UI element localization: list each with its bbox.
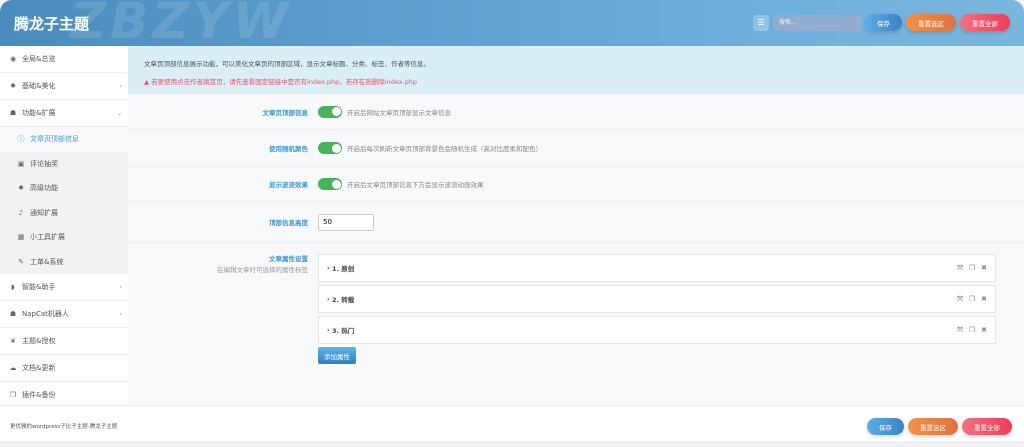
random-color-toggle[interactable] <box>318 142 342 154</box>
setting-random-color: 使用随机颜色 开启后每次刷新文章页顶部背景色会随机生成（高对比度柔和配色） <box>128 130 1024 167</box>
key-icon: ❦ <box>10 337 16 345</box>
footer-save-button[interactable]: 保存 <box>867 418 904 435</box>
tools-icon: ✎ <box>18 257 24 266</box>
shield-icon: ◗ <box>11 283 15 291</box>
expand-icon[interactable]: ⤧ <box>957 264 963 273</box>
notice-box: 文章页顶部信息展示功能，可以美化文章页的顶部区域，显示文章标题、分类、标签、作者… <box>128 46 1024 94</box>
sidebar-item-label: 文档&更新 <box>22 364 56 372</box>
setting-label: 文章属性设置 <box>269 255 308 263</box>
chevron-icon: › <box>119 82 122 90</box>
sidebar-item-label: 文章页顶部信息 <box>30 135 79 144</box>
footer-reset-section-button[interactable]: 重置选区 <box>908 418 958 435</box>
globe-icon: ◉ <box>9 55 17 63</box>
app-title: 腾龙子主题 <box>14 15 90 33</box>
sidebar-item[interactable]: ▦ 小工具扩展 <box>0 225 128 250</box>
sidebar-item-label: 全局&总览 <box>22 55 56 63</box>
setting-label: 顶部信息高度 <box>269 219 308 227</box>
menu-toggle-icon[interactable]: ☰ <box>753 14 769 31</box>
sidebar-item-label: 插件&备份 <box>22 391 56 399</box>
notice-info: 文章页顶部信息展示功能，可以美化文章页的顶部区域，显示文章标题、分类、标签、作者… <box>144 60 430 68</box>
duplicate-icon[interactable]: ❐ <box>969 295 975 304</box>
reset-section-button[interactable]: 重置选区 <box>906 14 956 31</box>
sidebar-item-label: NapCat机器人 <box>22 310 69 318</box>
remove-icon[interactable]: ✖ <box>981 264 987 273</box>
height-input[interactable] <box>318 213 374 231</box>
attr-group[interactable]: › 2. 转载 ⤧ ❐ ✖ <box>318 285 996 313</box>
expand-icon[interactable]: ⤧ <box>957 326 963 335</box>
watermark: ZBZYW <box>70 0 292 50</box>
setting-height: 顶部信息高度 <box>128 202 1024 243</box>
remove-icon[interactable]: ✖ <box>981 326 987 335</box>
grid-icon: ▦ <box>17 233 25 242</box>
footer: 更优雅的wordpress子比子主题-腾龙子主题 保存 重置选区 重置全部 <box>0 405 1024 441</box>
gear-icon: ✹ <box>10 82 16 90</box>
attr-title: 3. 热门 <box>331 327 355 335</box>
bot-icon: ☗ <box>9 310 17 318</box>
sidebar-item[interactable]: ☗ NapCat机器人 › <box>0 301 128 328</box>
attr-group[interactable]: › 1. 原创 ⤧ ❐ ✖ <box>318 254 996 282</box>
cloud-icon: ☁ <box>9 364 17 372</box>
wave-toggle[interactable] <box>318 178 342 190</box>
sidebar-item[interactable]: ♪ 通知扩展 <box>0 200 128 225</box>
gear-icon: ✹ <box>18 184 24 193</box>
setting-desc: 开启后文章页顶部信息下方会显示波浪动画效果 <box>347 181 484 189</box>
main-content: 文章页顶部信息展示功能，可以美化文章页的顶部区域，显示文章标题、分类、标签、作者… <box>128 46 1024 405</box>
sidebar-item-label: 小工具扩展 <box>30 233 65 242</box>
app-window: ZBZYW 腾龙子主题 ☰ 保存 重置选区 重置全部 ◉ 全局&总览 ✹ 基础&美化 ›… <box>0 0 1024 441</box>
bell-icon: ♪ <box>18 208 24 217</box>
sidebar-item-label: 通知扩展 <box>30 208 58 217</box>
copy-icon: ❐ <box>9 391 17 399</box>
show-top-toggle[interactable] <box>318 105 342 118</box>
add-attr-button[interactable]: 添加属性 <box>318 347 356 364</box>
chevron-icon: › <box>119 310 122 318</box>
sidebar-item[interactable]: ⓘ 文章页顶部信息 <box>0 127 128 152</box>
chevron-icon: ⌄ <box>116 109 122 117</box>
setting-show-top: 文章页顶部信息 开启后网站文章页顶部显示文章信息 <box>128 94 1024 130</box>
setting-label: 显示波浪效果 <box>269 181 308 189</box>
sidebar-item[interactable]: ✹ 高级功能 <box>0 176 128 201</box>
chevron-icon: › <box>119 283 122 291</box>
sidebar-item[interactable]: ❦ 主题&授权 <box>0 328 128 355</box>
sidebar-item[interactable]: ▣ 评论抽奖 <box>0 151 128 176</box>
expand-icon[interactable]: ⤧ <box>957 295 963 304</box>
warning-text: 若要使用点击作者跳首页，请先查看固定链接中是否有index.php，若存在则删除… <box>151 78 418 86</box>
attr-title: 2. 转载 <box>331 296 355 304</box>
sidebar-item-label: 基础&美化 <box>22 82 56 90</box>
setting-wave: 显示波浪效果 开启后文章页顶部信息下方会显示波浪动画效果 <box>128 167 1024 202</box>
remove-icon[interactable]: ✖ <box>981 295 987 304</box>
setting-label: 使用随机颜色 <box>269 145 308 153</box>
duplicate-icon[interactable]: ❐ <box>969 326 975 335</box>
footer-text: 更优雅的wordpress子比子主题-腾龙子主题 <box>10 424 118 430</box>
setting-label: 文章页顶部信息 <box>262 108 309 117</box>
attr-group[interactable]: › 3. 热门 ⤧ ❐ ✖ <box>318 316 996 344</box>
sidebar-item[interactable]: ✹ 基础&美化 › <box>0 73 128 100</box>
header: ZBZYW 腾龙子主题 ☰ 保存 重置选区 重置全部 <box>0 0 1024 50</box>
sidebar-item-label: 功能&扩展 <box>22 109 56 117</box>
setting-desc: 开启后每次刷新文章页顶部背景色会随机生成（高对比度柔和配色） <box>347 145 542 153</box>
sidebar-item-label: 主题&授权 <box>22 337 56 345</box>
setting-sublabel: 在编辑文章时可选择的属性标签 <box>217 266 308 274</box>
sidebar-item-label: 高级功能 <box>30 184 58 193</box>
footer-reset-all-button[interactable]: 重置全部 <box>962 418 1012 435</box>
sidebar: ◉ 全局&总览 ✹ 基础&美化 › ☗ 功能&扩展 ⌄ ⓘ 文章页顶部信息 ▣ 评论抽奖 ✹ 高级功能 ♪ 通… <box>0 46 128 409</box>
cubes-icon: ☗ <box>9 109 17 117</box>
reset-all-button[interactable]: 重置全部 <box>960 14 1010 31</box>
attr-title: 1. 原创 <box>331 265 355 273</box>
sidebar-item[interactable]: ◉ 全局&总览 <box>0 46 128 73</box>
info-icon: ⓘ <box>17 135 25 144</box>
setting-desc: 开启后网站文章页顶部显示文章信息 <box>347 108 451 117</box>
save-button[interactable]: 保存 <box>865 14 902 31</box>
sidebar-item[interactable]: ✎ 工单&系统 <box>0 249 128 274</box>
setting-attrs: 文章属性设置 在编辑文章时可选择的属性标签 › 1. 原创 ⤧ ❐ ✖ › 2. 转载 ⤧ ❐… <box>128 243 1024 364</box>
gift-icon: ▣ <box>17 159 25 168</box>
sidebar-item[interactable]: ☗ 功能&扩展 ⌄ <box>0 100 128 127</box>
notice-warning: ▲ 若要使用点击作者跳首页，请先查看固定链接中是否有index.php，若存在则… <box>144 76 1024 86</box>
sidebar-item[interactable]: ☁ 文档&更新 <box>0 355 128 382</box>
sidebar-item-label: 智能&助手 <box>22 283 56 291</box>
duplicate-icon[interactable]: ❐ <box>969 264 975 273</box>
sidebar-item[interactable]: ◗ 智能&助手 › <box>0 274 128 301</box>
sidebar-item-label: 评论抽奖 <box>30 159 58 168</box>
sidebar-item-label: 工单&系统 <box>30 257 64 266</box>
search-input[interactable] <box>773 14 861 31</box>
